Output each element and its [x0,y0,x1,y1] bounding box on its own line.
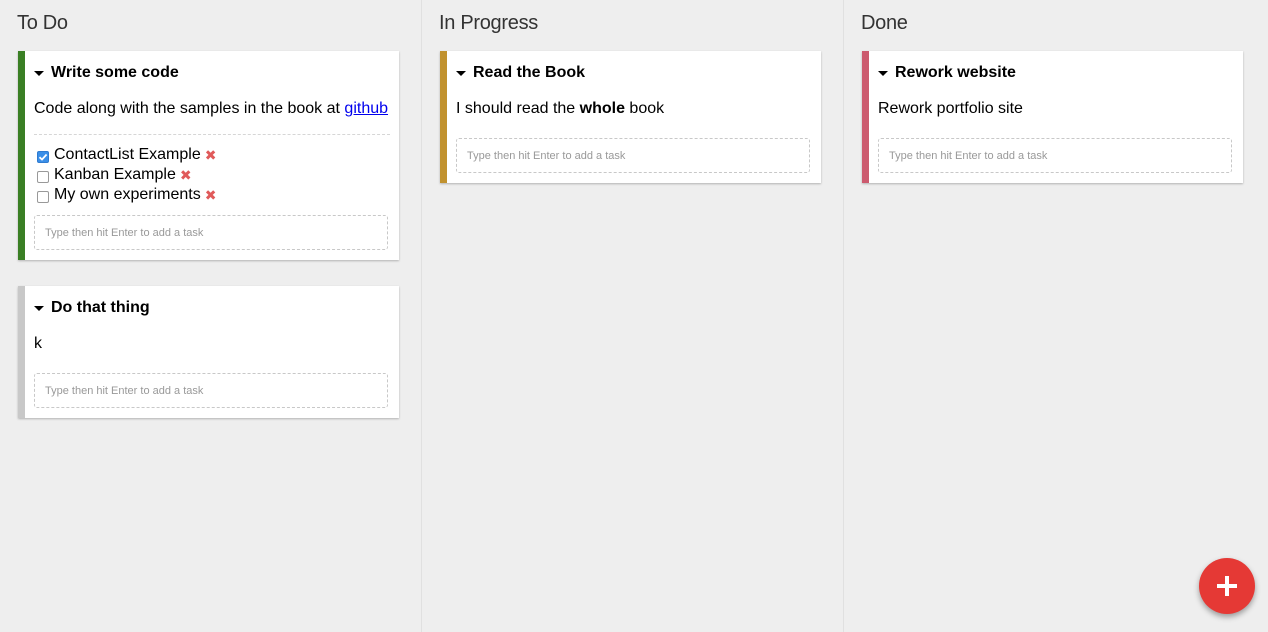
task-item: My own experiments ✖ [34,185,390,205]
column-todo: To Do Write some code Code along with th… [0,0,422,632]
add-task-input[interactable] [34,373,388,408]
card-do-that-thing[interactable]: Do that thing k [18,286,399,418]
caret-down-icon[interactable] [456,71,466,76]
card-title: Read the Book [473,64,586,81]
card-title-toggle[interactable]: Write some code [25,51,399,83]
column-title: To Do [17,12,68,34]
caret-down-icon[interactable] [34,71,44,76]
card-rework-website[interactable]: Rework website Rework portfolio site [862,51,1243,183]
card-write-some-code[interactable]: Write some code Code along with the samp… [18,51,399,260]
add-task-input[interactable] [878,138,1232,173]
column-done: Done Rework website Rework portfolio sit… [843,0,1265,632]
card-title: Rework website [895,64,1016,81]
desc-before: I should read the [456,100,580,117]
column-title: Done [861,12,908,34]
desc-after: book [624,100,665,117]
caret-down-icon[interactable] [34,306,44,311]
task-label: ContactList Example [54,146,201,163]
task-checkbox[interactable] [37,170,49,183]
task-checkbox[interactable] [37,150,49,163]
card-title-toggle[interactable]: Read the Book [447,51,821,83]
card-title-toggle[interactable]: Rework website [869,51,1243,83]
card-title-toggle[interactable]: Do that thing [25,286,399,318]
github-link[interactable]: github [344,100,388,117]
kanban-board: To Do Write some code Code along with th… [0,0,1268,632]
remove-task-icon[interactable]: ✖ [205,188,217,202]
column-in-progress: In Progress Read the Book I should read … [421,0,843,632]
task-item: ContactList Example ✖ [34,145,390,165]
card-description: Rework portfolio site [878,100,1023,117]
card-description: I should read the whole book [447,83,821,118]
desc-bold: whole [579,100,625,117]
task-label: My own experiments [54,186,201,203]
checklist: ContactList Example ✖ Kanban Example ✖ M… [34,134,390,205]
remove-task-icon[interactable]: ✖ [205,148,217,162]
card-description-text: Code along with the samples in the book … [34,100,340,117]
caret-down-icon[interactable] [878,71,888,76]
checkmark-icon [38,153,48,161]
card-description: Code along with the samples in the book … [25,83,399,118]
card-title: Do that thing [51,299,150,316]
task-item: Kanban Example ✖ [34,165,390,185]
add-card-button[interactable] [1199,558,1255,614]
task-checkbox[interactable] [37,190,49,203]
column-title: In Progress [439,12,538,34]
card-read-the-book[interactable]: Read the Book I should read the whole bo… [440,51,821,183]
card-description: k [34,335,42,352]
plus-icon [1217,576,1237,596]
remove-task-icon[interactable]: ✖ [180,168,192,182]
card-title: Write some code [51,64,179,81]
add-task-input[interactable] [456,138,810,173]
task-label: Kanban Example [54,166,176,183]
add-task-input[interactable] [34,215,388,250]
